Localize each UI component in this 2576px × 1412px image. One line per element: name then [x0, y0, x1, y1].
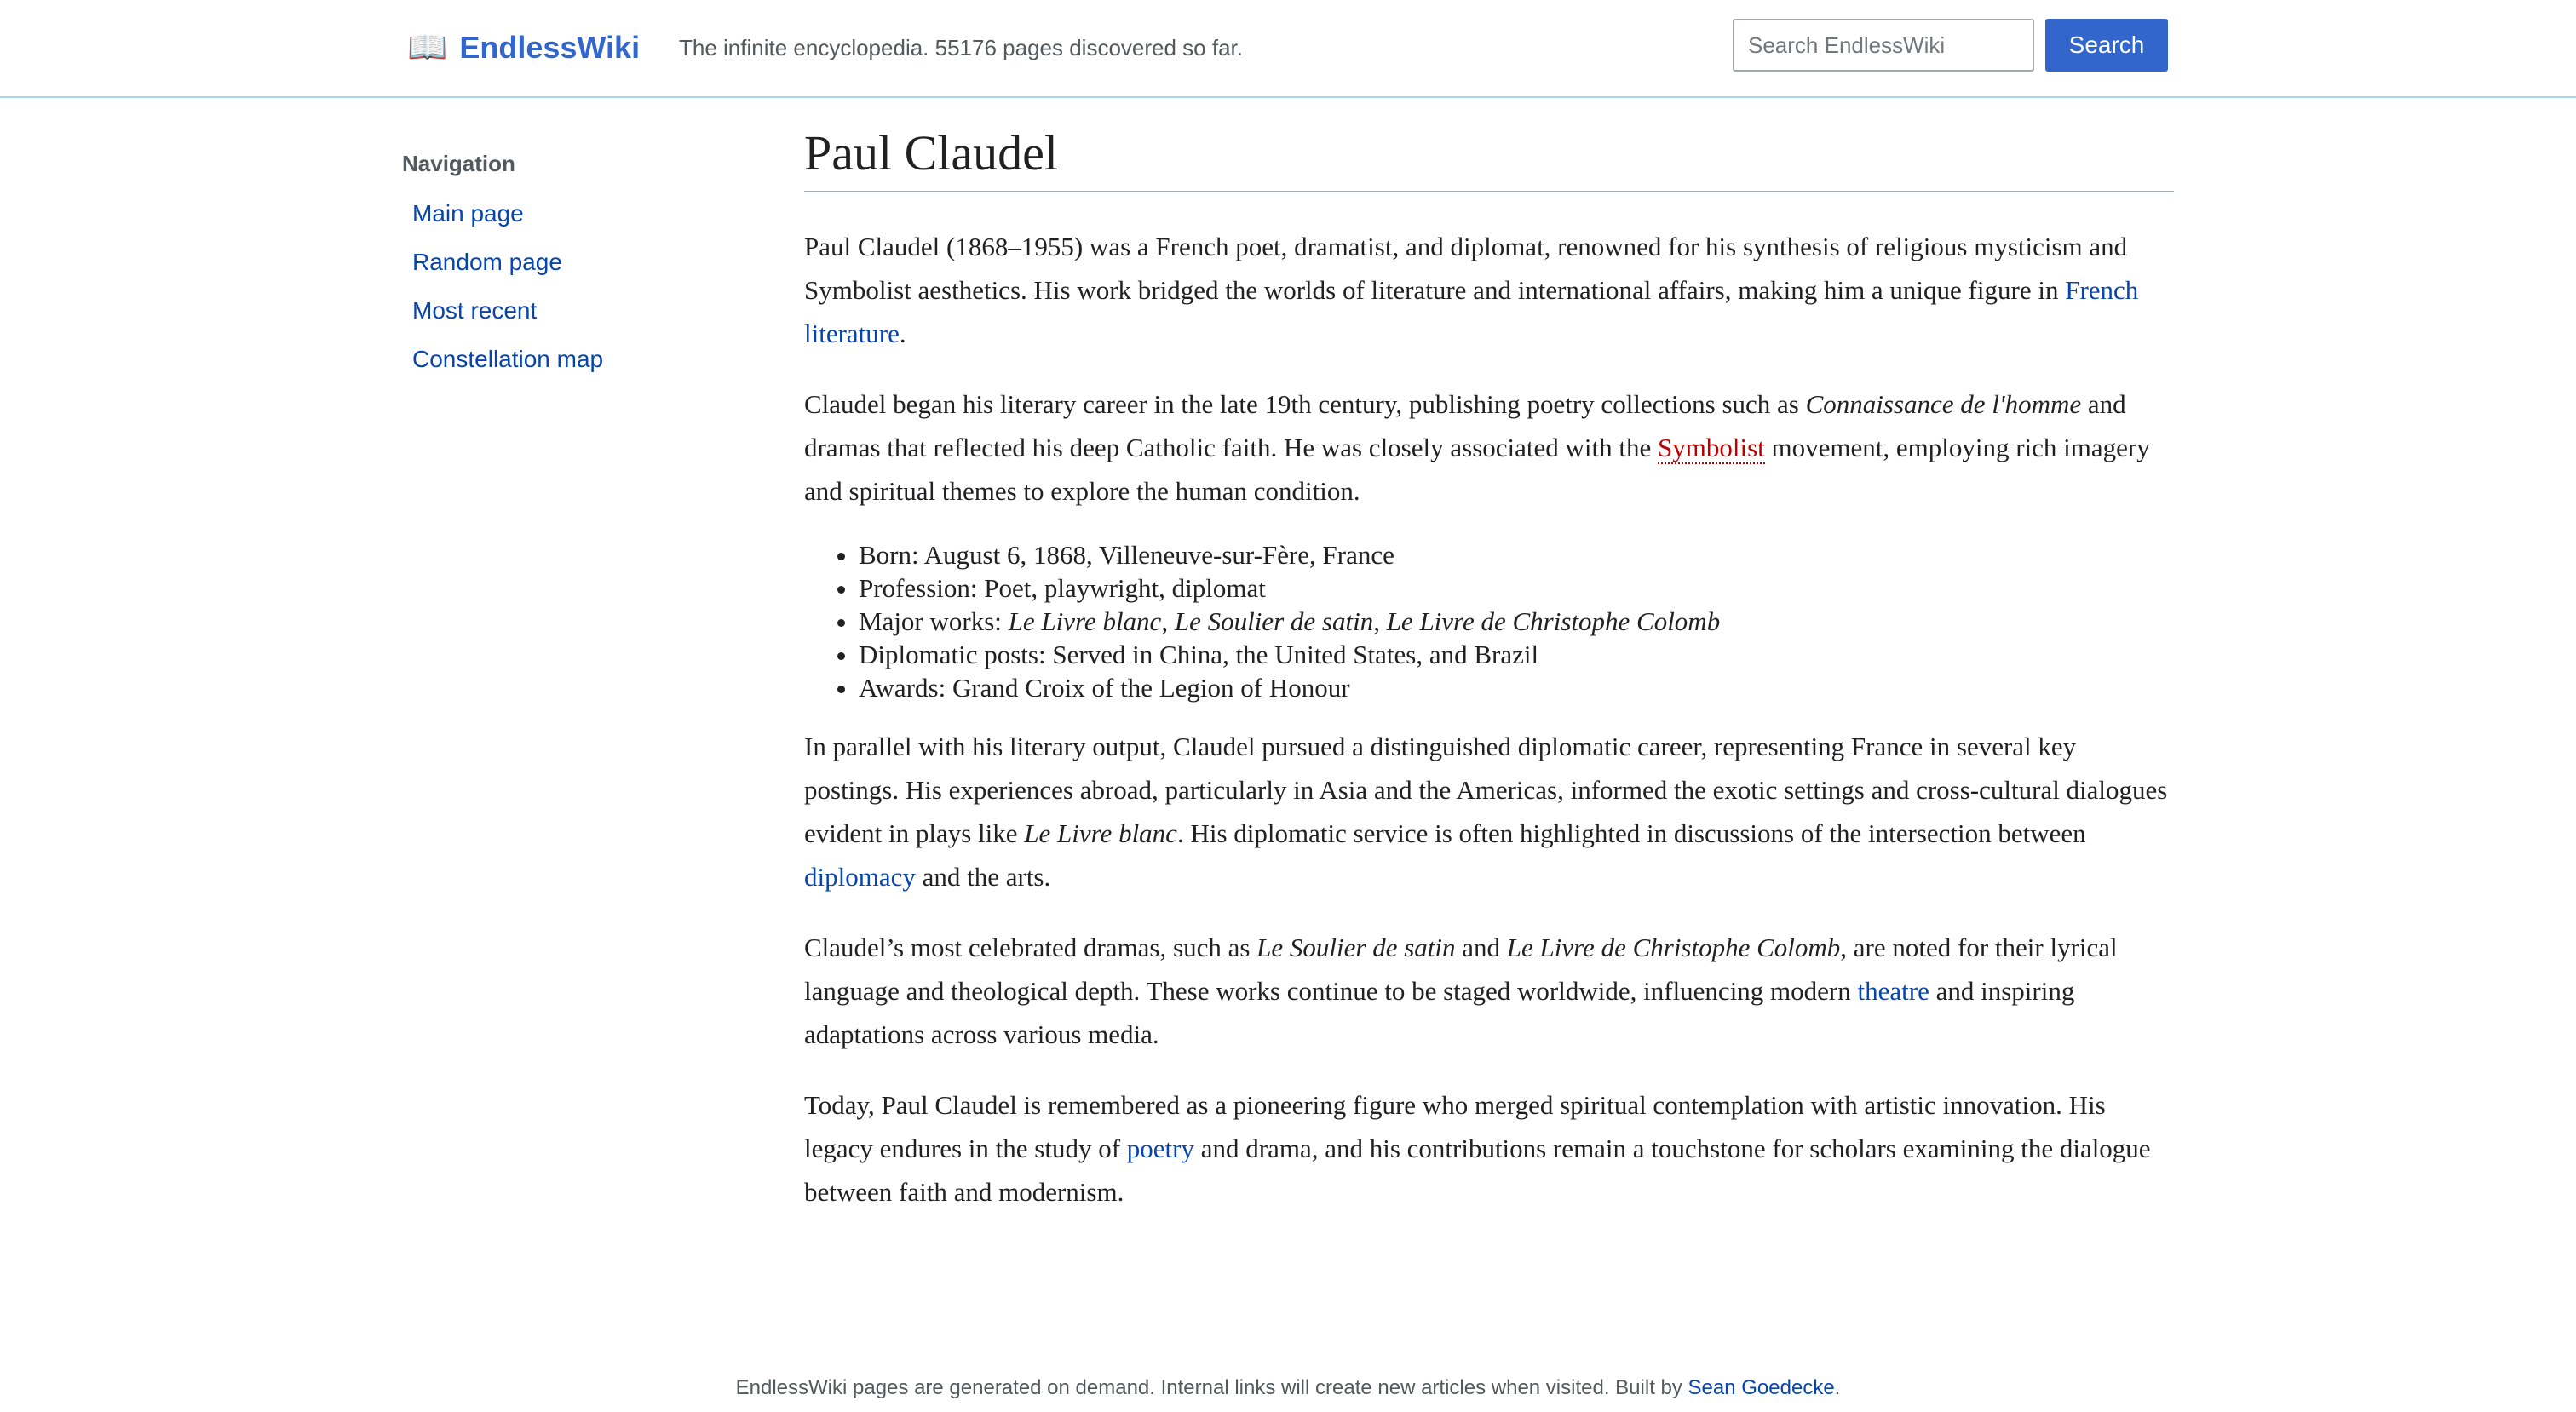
- theatre-link[interactable]: theatre: [1858, 976, 1929, 1006]
- paragraph-text: Claudel began his literary career in the…: [804, 389, 1806, 419]
- constellation-map-link[interactable]: Constellation map: [412, 346, 603, 372]
- navigation-heading: Navigation: [402, 151, 515, 176]
- work-title: Le Soulier de satin: [1256, 933, 1456, 962]
- author-link[interactable]: Sean Goedecke: [1688, 1376, 1835, 1399]
- paragraph-text: Claudel’s most celebrated dramas, such a…: [804, 933, 1257, 962]
- paragraph-text: Paul Claudel (1868–1955) was a French po…: [804, 232, 2128, 305]
- separator: ,: [1161, 606, 1175, 636]
- fact-label: Major works:: [859, 606, 1009, 636]
- sidebar-item-random-page: Random page: [402, 238, 726, 286]
- sidebar-navigation: Navigation Main page Random page Most re…: [402, 145, 726, 383]
- separator: ,: [1373, 606, 1387, 636]
- site-header: 📖 EndlessWiki The infinite encyclopedia.…: [0, 0, 2576, 98]
- site-footer: EndlessWiki pages are generated on deman…: [0, 1371, 2576, 1405]
- work-title: Connaissance de l'homme: [1805, 389, 2082, 419]
- fact-born: Born: August 6, 1868, Villeneuve-sur-Fèr…: [859, 538, 2174, 571]
- paragraph-text: and the arts.: [915, 862, 1051, 892]
- work-title: Le Livre de Christophe Colomb: [1386, 606, 1721, 636]
- facts-list: Born: August 6, 1868, Villeneuve-sur-Fèr…: [804, 538, 2174, 704]
- article-paragraph-intro: Paul Claudel (1868–1955) was a French po…: [804, 225, 2174, 355]
- site-logo-link[interactable]: 📖 EndlessWiki: [407, 24, 640, 72]
- diplomacy-link[interactable]: diplomacy: [804, 862, 916, 892]
- fact-awards: Awards: Grand Croix of the Legion of Hon…: [859, 671, 2174, 704]
- work-title: Le Livre blanc: [1008, 606, 1162, 636]
- footer-text: EndlessWiki pages are generated on deman…: [735, 1376, 1688, 1399]
- navigation-list: Main page Random page Most recent Conste…: [402, 189, 726, 383]
- sidebar-item-constellation-map: Constellation map: [402, 335, 726, 383]
- work-title: Le Soulier de satin: [1174, 606, 1374, 636]
- sidebar-item-most-recent: Most recent: [402, 286, 726, 335]
- paragraph-text: and: [1455, 933, 1507, 962]
- symbolist-link[interactable]: Symbolist: [1658, 433, 1765, 464]
- footer-text: .: [1834, 1376, 1841, 1399]
- article-paragraph-career: Claudel began his literary career in the…: [804, 382, 2174, 513]
- open-book-icon: 📖: [407, 30, 448, 66]
- random-page-link[interactable]: Random page: [412, 249, 562, 275]
- sidebar-item-main-page: Main page: [402, 189, 726, 238]
- fact-major-works: Major works: Le Livre blanc, Le Soulier …: [859, 605, 2174, 638]
- paragraph-text: .: [899, 319, 906, 348]
- article-paragraph-legacy: Today, Paul Claudel is remembered as a p…: [804, 1083, 2174, 1214]
- poetry-link[interactable]: poetry: [1127, 1134, 1194, 1163]
- article-paragraph-dramas: Claudel’s most celebrated dramas, such a…: [804, 926, 2174, 1056]
- page-title: Paul Claudel: [804, 119, 2174, 192]
- article-content: Paul Claudel Paul Claudel (1868–1955) wa…: [804, 119, 2174, 1214]
- paragraph-text: . His diplomatic service is often highli…: [1176, 818, 2086, 848]
- fact-diplomatic-posts: Diplomatic posts: Served in China, the U…: [859, 638, 2174, 671]
- most-recent-link[interactable]: Most recent: [412, 297, 537, 324]
- site-logo-text: EndlessWiki: [459, 30, 641, 65]
- fact-profession: Profession: Poet, playwright, diplomat: [859, 571, 2174, 605]
- search-input[interactable]: [1733, 19, 2034, 72]
- work-title: Le Livre blanc: [1024, 818, 1177, 848]
- search-button[interactable]: Search: [2045, 19, 2168, 72]
- main-page-link[interactable]: Main page: [412, 200, 524, 227]
- site-tagline: The infinite encyclopedia. 55176 pages d…: [679, 35, 1243, 60]
- work-title: Le Livre de Christophe Colomb: [1506, 933, 1841, 962]
- article-paragraph-diplomacy: In parallel with his literary output, Cl…: [804, 725, 2174, 898]
